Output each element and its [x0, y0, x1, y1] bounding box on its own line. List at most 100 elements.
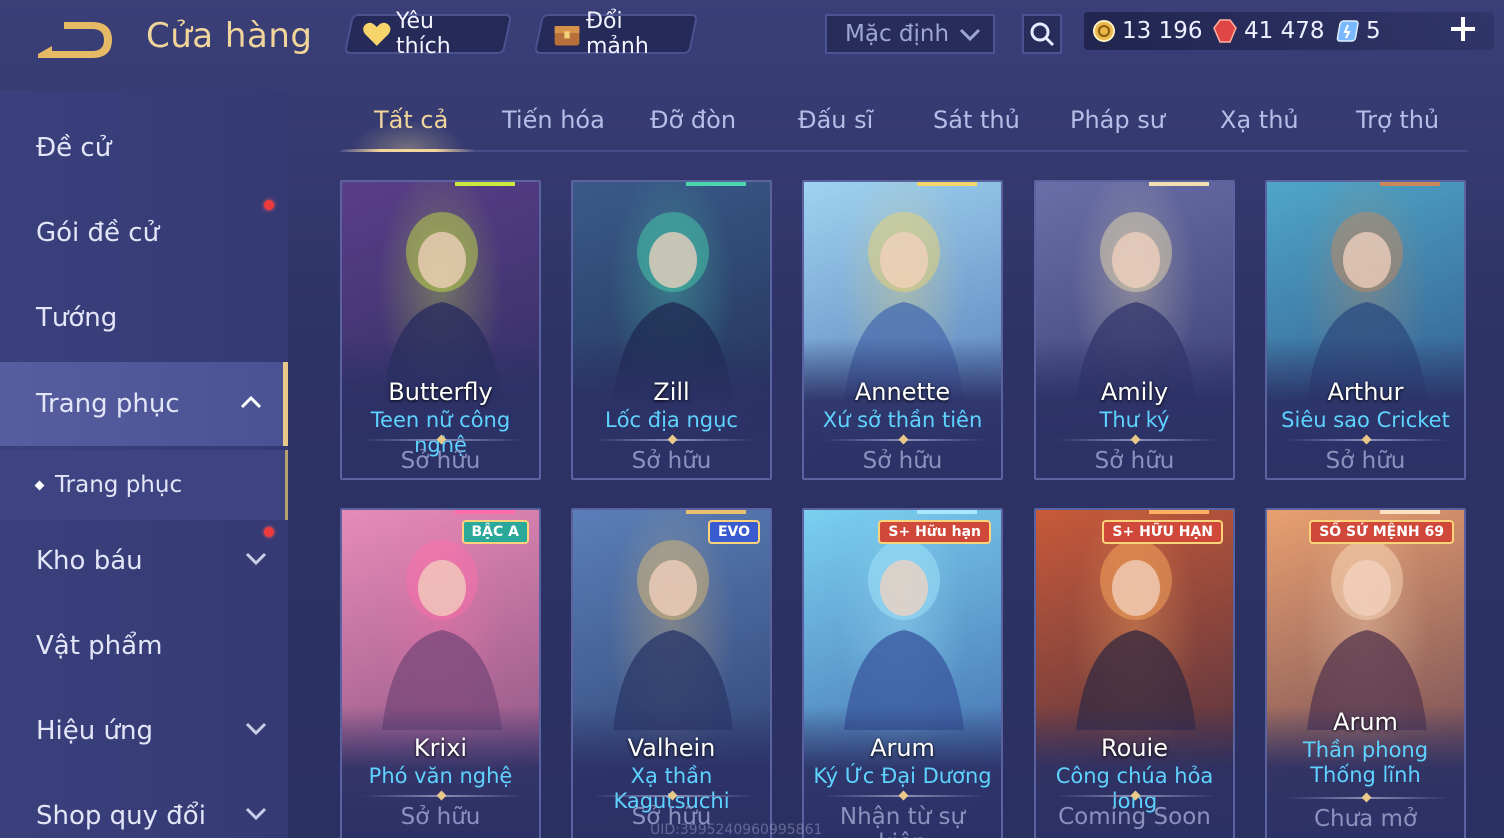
skin-card[interactable]: Amily Thư ký Sở hữu — [1034, 180, 1235, 480]
skin-card[interactable]: Arthur Siêu sao Cricket Sở hữu — [1265, 180, 1466, 480]
active-tab-underline — [340, 149, 476, 152]
sidebar-item-label: Đề cử — [36, 133, 112, 163]
chevron-down-icon — [245, 807, 267, 821]
gold-coin-icon — [1093, 20, 1115, 42]
page-title: Cửa hàng — [146, 16, 313, 56]
tab-tank[interactable]: Đỡ đòn — [650, 106, 736, 134]
card-top-strip — [686, 182, 746, 186]
ownership-status: Sở hữu — [1325, 448, 1406, 474]
skin-card[interactable]: Zill Lốc địa ngục Sở hữu — [571, 180, 772, 480]
skin-card[interactable]: Butterfly Teen nữ công nghệ Sở hữu — [340, 180, 541, 480]
sidebar-item-heroes[interactable]: Tướng — [0, 276, 288, 360]
skin-name: Thần phong Thống lĩnh — [1302, 738, 1429, 787]
skin-card[interactable]: S+ Hữu hạn Arum Ký Ức Đại Dương Nhận từ sự … — [802, 508, 1003, 838]
skin-tier-badge: S+ HỮU HẠN — [1102, 520, 1223, 544]
sidebar-item-recommended-packs[interactable]: Gói đề cử — [0, 191, 288, 275]
tab-all[interactable]: Tất cả — [374, 106, 448, 134]
search-button[interactable] — [1022, 14, 1062, 54]
skin-card[interactable]: S+ HỮU HẠN Rouie Công chúa hỏa long Coming … — [1034, 508, 1235, 838]
category-tabs: Tất cả Tiến hóa Đỡ đòn Đấu sĩ Sát thủ Ph… — [340, 96, 1468, 152]
chevron-down-icon — [245, 722, 267, 736]
add-currency-button[interactable] — [1448, 14, 1478, 44]
favorites-button[interactable]: Yêu thích — [343, 9, 513, 59]
chevron-down-icon — [245, 552, 267, 566]
tab-mage[interactable]: Pháp sư — [1070, 106, 1165, 134]
sidebar-item-label: Shop quy đổi — [36, 801, 206, 831]
skin-tier-badge: EVO — [707, 520, 760, 544]
sidebar: Đề cử Gói đề cử Tướng Trang phục Trang p… — [0, 90, 288, 838]
hero-name: Amily — [1100, 378, 1169, 406]
sidebar-item-label: Hiệu ứng — [36, 716, 153, 746]
ownership-status: Sở hữu — [400, 448, 481, 474]
sidebar-item-exchange-shop[interactable]: Shop quy đổi — [0, 774, 288, 838]
sidebar-item-recommended[interactable]: Đề cử — [0, 106, 288, 190]
skin-card[interactable]: BẬC A Krixi Phó văn nghệ Sở hữu — [340, 508, 541, 838]
voucher-currency: 5 — [1334, 18, 1381, 44]
skin-name: Ký Ức Đại Dương — [813, 764, 992, 788]
back-arrow-icon — [38, 22, 112, 58]
ruby-icon — [1213, 19, 1237, 43]
ownership-status: Sở hữu — [1094, 448, 1175, 474]
sidebar-item-label: Trang phục — [55, 472, 183, 498]
chevron-down-icon — [959, 28, 981, 42]
skin-name: Siêu sao Cricket — [1281, 408, 1450, 432]
hero-name: Arum — [870, 734, 935, 762]
hero-name: Annette — [854, 378, 951, 406]
sidebar-item-label: Gói đề cử — [36, 218, 160, 248]
back-button[interactable] — [34, 18, 116, 62]
hero-name: Arum — [1333, 708, 1398, 736]
skin-name: Lốc địa ngục — [605, 408, 738, 432]
exchange-fragments-button[interactable]: Đổi mảnh — [533, 9, 699, 59]
skin-name: Thư ký — [1099, 408, 1170, 432]
hero-name: Valhein — [627, 734, 716, 762]
sidebar-item-treasure[interactable]: Kho báu — [0, 519, 288, 603]
gold-value: 13 196 — [1122, 18, 1203, 44]
sort-dropdown[interactable]: Mặc định — [825, 14, 995, 54]
chest-icon — [554, 26, 580, 46]
skin-card[interactable]: Annette Xứ sở thần tiên Sở hữu — [802, 180, 1003, 480]
tab-assassin[interactable]: Sát thủ — [933, 106, 1020, 134]
uid-watermark: UID:3995240960995861 — [650, 822, 823, 838]
hero-name: Rouie — [1101, 734, 1168, 762]
skin-tier-badge: SỐ SỨ MỆNH 69 — [1309, 520, 1454, 544]
sort-value: Mặc định — [845, 21, 950, 47]
skin-tier-badge: BẬC A — [461, 520, 529, 544]
sidebar-item-effects[interactable]: Hiệu ứng — [0, 689, 288, 773]
tab-fighter[interactable]: Đấu sĩ — [798, 106, 873, 134]
sidebar-item-label: Trang phục — [36, 389, 180, 419]
sidebar-item-skins[interactable]: Trang phục — [0, 362, 288, 446]
tab-evolution[interactable]: Tiến hóa — [502, 106, 605, 134]
sidebar-item-items[interactable]: Vật phẩm — [0, 604, 288, 688]
ownership-status: Sở hữu — [631, 448, 712, 474]
favorites-label: Yêu thích — [395, 9, 451, 59]
ownership-status: Coming Soon — [1058, 804, 1211, 830]
card-top-strip — [1380, 182, 1440, 186]
ownership-status: Nhận từ sự kiện — [839, 804, 966, 838]
search-icon — [1030, 22, 1055, 47]
sidebar-item-label: Tướng — [36, 303, 118, 333]
hero-name: Butterfly — [388, 378, 493, 406]
plus-icon — [1451, 17, 1475, 41]
voucher-value: 5 — [1366, 18, 1381, 44]
skin-name: Phó văn nghệ — [368, 764, 513, 788]
card-top-strip — [1149, 510, 1209, 514]
tab-support[interactable]: Trợ thủ — [1356, 106, 1439, 134]
tab-marksman[interactable]: Xạ thủ — [1220, 106, 1299, 134]
hero-name: Krixi — [413, 734, 468, 762]
ownership-status: Chưa mở — [1313, 806, 1418, 832]
voucher-icon — [1336, 20, 1359, 42]
card-top-strip — [917, 510, 977, 514]
sidebar-item-label: Kho báu — [36, 546, 143, 576]
ruby-value: 41 478 — [1244, 18, 1325, 44]
sidebar-subitem-skins[interactable]: Trang phục — [0, 450, 288, 520]
bullet-icon — [34, 480, 45, 490]
notification-dot — [264, 200, 274, 210]
card-top-strip — [686, 510, 746, 514]
ownership-status: Sở hữu — [400, 804, 481, 830]
gold-currency: 13 196 — [1092, 18, 1202, 44]
chevron-up-icon — [240, 395, 262, 409]
skin-card[interactable]: SỐ SỨ MỆNH 69 Arum Thần phong Thống lĩnh Ch… — [1265, 508, 1466, 838]
ownership-status: Sở hữu — [862, 448, 943, 474]
card-top-strip — [1380, 510, 1440, 514]
skin-card[interactable]: EVO Valhein Xạ thần Kagutsuchi Sở hữu — [571, 508, 772, 838]
